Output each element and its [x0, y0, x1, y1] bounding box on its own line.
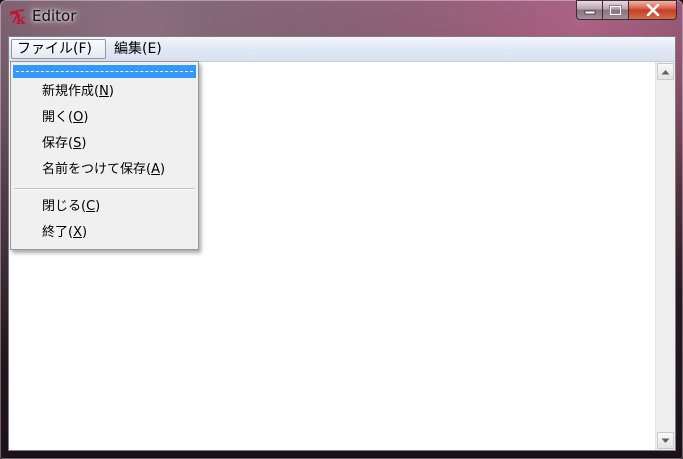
arrow-down-icon — [661, 438, 670, 443]
menu-item-label-end: ) — [81, 136, 87, 151]
menu-item-label-end: ) — [81, 225, 88, 240]
caption-buttons — [576, 0, 677, 21]
menu-item-label: 保存( — [42, 136, 74, 151]
close-icon — [646, 4, 659, 16]
scroll-up-button[interactable] — [657, 63, 674, 80]
minimize-icon — [584, 10, 595, 15]
menu-item-label-end: ) — [108, 84, 114, 99]
accelerator-key: X — [73, 225, 82, 240]
menu-item-label: 終了( — [42, 225, 74, 240]
accelerator-key: C — [86, 199, 96, 214]
menu-file[interactable]: ファイル(F) — [11, 39, 106, 59]
menu-bar: ファイル(F) 編集(E) — [9, 37, 675, 62]
menu-item-label-end: ) — [83, 110, 89, 125]
menu-item-label: 新規作成( — [42, 84, 100, 99]
file-menu-dropdown: 新規作成(N) 開く(O) 保存(S) 名前をつけて保存(A) 閉じる(C) 終… — [10, 61, 199, 250]
svg-text:k: k — [16, 13, 26, 27]
arrow-up-icon — [661, 69, 670, 74]
menu-item-save[interactable]: 保存(S) — [13, 132, 196, 156]
menu-item-label: 開く( — [42, 110, 74, 125]
menu-item-new[interactable]: 新規作成(N) — [13, 80, 196, 104]
maximize-icon — [609, 4, 622, 16]
tk-feather-icon: 7 k — [9, 9, 26, 27]
menu-item-label-end: ) — [159, 162, 166, 177]
tearoff-item[interactable] — [13, 65, 196, 78]
menu-item-exit[interactable]: 終了(X) — [13, 221, 196, 245]
menu-item-save-as[interactable]: 名前をつけて保存(A) — [13, 158, 196, 182]
window-title: Editor — [32, 7, 77, 25]
scroll-down-button[interactable] — [657, 432, 674, 449]
menu-separator — [14, 188, 195, 190]
minimize-button[interactable] — [576, 0, 603, 20]
accelerator-key: A — [151, 162, 160, 177]
editor-window: 7 k Editor ファイル(F) 編集(E) 新規作成(N) 開く(O) 保… — [0, 0, 683, 459]
menu-item-label: 名前をつけて保存( — [42, 162, 152, 177]
menu-edit[interactable]: 編集(E) — [109, 39, 167, 59]
accelerator-key: O — [73, 110, 84, 125]
menu-item-label-end: ) — [95, 199, 101, 214]
menu-item-open[interactable]: 開く(O) — [13, 106, 196, 130]
menu-item-label: 閉じる( — [42, 199, 87, 214]
maximize-button[interactable] — [603, 0, 629, 20]
menu-item-close[interactable]: 閉じる(C) — [13, 195, 196, 219]
title-bar[interactable]: 7 k Editor — [0, 0, 683, 32]
close-button[interactable] — [629, 0, 677, 20]
vertical-scrollbar[interactable] — [655, 62, 675, 450]
accelerator-key: N — [99, 84, 109, 99]
tearoff-line — [16, 71, 193, 72]
